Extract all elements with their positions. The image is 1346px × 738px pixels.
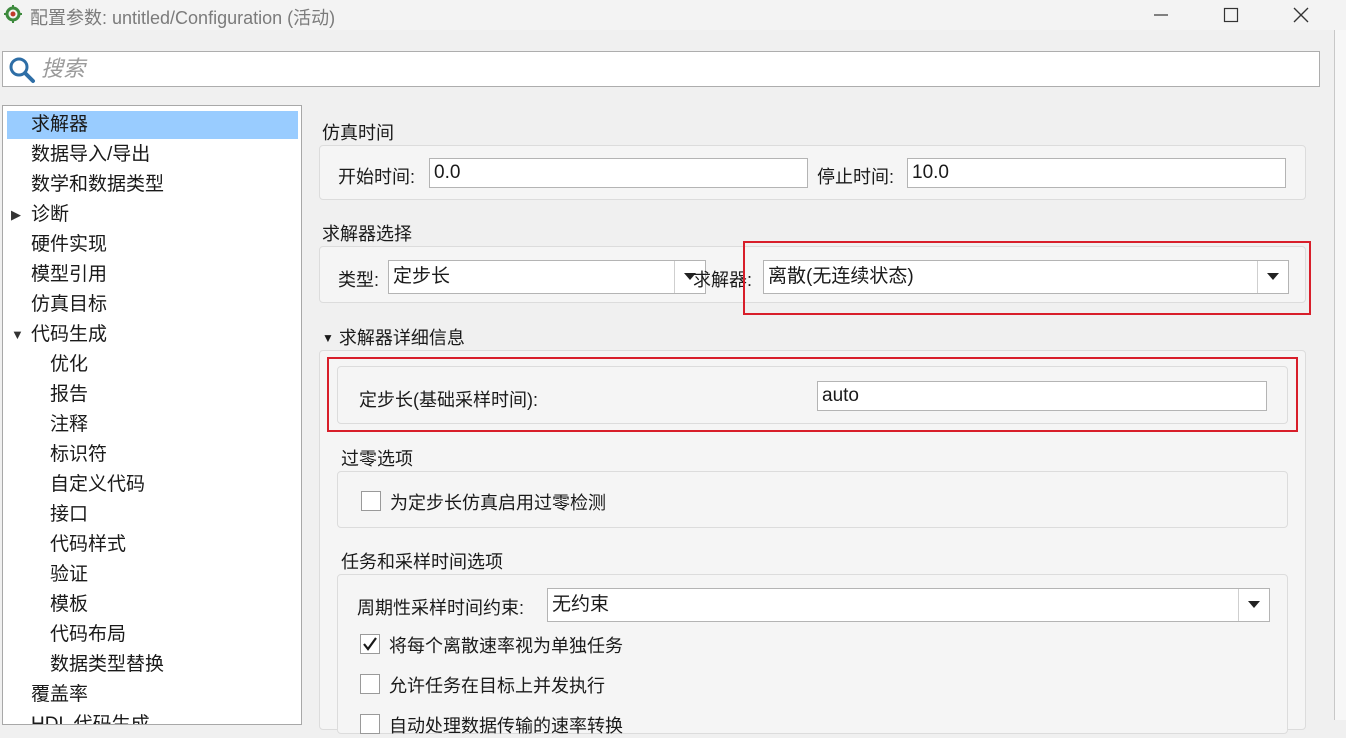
tree-item-label: 仿真目标 — [31, 294, 108, 315]
solver-details-label: 求解器详细信息 — [338, 328, 465, 348]
periodic-constraint-value: 无约束 — [552, 594, 610, 615]
window-title: 配置参数: untitled/Configuration (活动) — [30, 8, 336, 28]
tree-item-label: 接口 — [50, 504, 89, 525]
periodic-constraint-dropdown[interactable]: 无约束 — [547, 588, 1270, 622]
highlight-box-fixed-step — [327, 357, 1298, 432]
tree-item-label: 求解器 — [31, 114, 89, 135]
each-rate-label: 将每个离散速率视为单独任务 — [389, 636, 623, 656]
tree-item-math-data-types[interactable]: 数学和数据类型 — [3, 170, 301, 200]
start-time-label: 开始时间: — [338, 167, 416, 187]
zero-crossing-section-label: 过零选项 — [341, 449, 413, 469]
tree-item-code-style[interactable]: 代码样式 — [3, 530, 301, 560]
tree-item-data-type-replacement[interactable]: 数据类型替换 — [3, 650, 301, 680]
tree-item-interface[interactable]: 接口 — [3, 500, 301, 530]
maximize-button[interactable] — [1208, 0, 1254, 30]
collapse-arrow-icon: ▼ — [322, 331, 334, 345]
tree-item-report[interactable]: 报告 — [3, 380, 301, 410]
tree-item-templates[interactable]: 模板 — [3, 590, 301, 620]
tree-item-label: 诊断 — [31, 204, 70, 225]
tree-item-label: 代码样式 — [50, 534, 127, 555]
search-icon — [8, 56, 36, 89]
tree-item-identifiers[interactable]: 标识符 — [3, 440, 301, 470]
zero-crossing-checkbox[interactable] — [361, 491, 381, 511]
zero-crossing-label: 为定步长仿真启用过零检测 — [390, 493, 606, 513]
tree-item-label: 数据导入/导出 — [31, 144, 151, 165]
tree-item-simulation-target[interactable]: 仿真目标 — [3, 290, 301, 320]
tree-item-label: 代码布局 — [50, 624, 127, 645]
stop-time-label: 停止时间: — [817, 167, 895, 187]
solver-type-label: 类型: — [338, 270, 380, 290]
solver-selection-section-label: 求解器选择 — [322, 224, 412, 244]
solver-type-value: 定步长 — [393, 266, 451, 287]
simulink-gear-icon — [4, 5, 22, 23]
tree-item-hdl-code-generation[interactable]: HDL 代码生成 — [3, 710, 301, 725]
search-input[interactable] — [41, 56, 1311, 82]
minimize-icon — [1154, 14, 1168, 16]
close-button[interactable] — [1278, 0, 1324, 30]
dropdown-arrow[interactable] — [1238, 589, 1269, 621]
tree-item-solver[interactable]: 求解器 — [3, 110, 301, 140]
sim-time-group: 开始时间: 0.0 停止时间: 10.0 — [319, 145, 1306, 200]
tree-item-label: 自定义代码 — [50, 474, 146, 495]
search-box[interactable] — [2, 51, 1320, 87]
tree-item-label: 模型引用 — [31, 264, 108, 285]
scroll-gutter[interactable] — [1335, 30, 1346, 720]
tree-item-label: HDL 代码生成 — [31, 714, 150, 725]
category-tree: 求解器 数据导入/导出 数学和数据类型 ▶ 诊断 硬件实现 模型引用 仿真目标 … — [2, 105, 302, 725]
solver-type-dropdown[interactable]: 定步长 — [388, 260, 706, 294]
tree-item-label: 注释 — [50, 414, 89, 435]
solver-details-header[interactable]: ▼ 求解器详细信息 — [322, 324, 465, 350]
start-time-field[interactable]: 0.0 — [429, 158, 808, 188]
tree-item-label: 验证 — [50, 564, 89, 585]
auto-rate-transition-label: 自动处理数据传输的速率转换 — [389, 716, 623, 736]
expand-down-icon[interactable]: ▼ — [11, 320, 24, 350]
sim-time-section-label: 仿真时间 — [322, 123, 394, 143]
tree-item-label: 硬件实现 — [31, 234, 108, 255]
tree-item-label: 报告 — [50, 384, 89, 405]
maximize-icon — [1223, 7, 1239, 23]
chevron-down-icon — [1248, 601, 1260, 608]
close-icon — [1293, 7, 1309, 23]
tasking-section-label: 任务和采样时间选项 — [341, 552, 503, 572]
tree-item-label: 覆盖率 — [31, 684, 89, 705]
tree-item-data-import-export[interactable]: 数据导入/导出 — [3, 140, 301, 170]
tree-item-label: 模板 — [50, 594, 89, 615]
checkmark-icon — [363, 637, 377, 651]
tree-item-code-placement[interactable]: 代码布局 — [3, 620, 301, 650]
tree-item-label: 代码生成 — [31, 324, 108, 345]
auto-rate-transition-checkbox[interactable] — [360, 714, 380, 734]
tree-item-comments[interactable]: 注释 — [3, 410, 301, 440]
title-bar: 配置参数: untitled/Configuration (活动) — [0, 0, 1346, 30]
tree-item-custom-code[interactable]: 自定义代码 — [3, 470, 301, 500]
tree-item-diagnostics[interactable]: ▶ 诊断 — [3, 200, 301, 230]
highlight-box-solver — [743, 241, 1311, 315]
tree-item-model-referencing[interactable]: 模型引用 — [3, 260, 301, 290]
concurrent-tasks-checkbox[interactable] — [360, 674, 380, 694]
concurrent-tasks-label: 允许任务在目标上并发执行 — [389, 676, 605, 696]
tree-item-optimization[interactable]: 优化 — [3, 350, 301, 380]
tree-item-label: 数学和数据类型 — [31, 174, 165, 195]
tree-item-label: 标识符 — [50, 444, 108, 465]
tree-item-coverage[interactable]: 覆盖率 — [3, 680, 301, 710]
tree-item-label: 数据类型替换 — [50, 654, 165, 675]
tasking-group: 周期性采样时间约束: 无约束 将每个离散速率视为单独任务 允许任务在目标上并发执… — [337, 574, 1288, 736]
tree-item-verification[interactable]: 验证 — [3, 560, 301, 590]
minimize-button[interactable] — [1138, 0, 1184, 30]
zero-crossing-group: 为定步长仿真启用过零检测 — [337, 471, 1288, 528]
periodic-constraint-label: 周期性采样时间约束: — [357, 598, 525, 618]
stop-time-field[interactable]: 10.0 — [907, 158, 1286, 188]
tree-item-code-generation[interactable]: ▼ 代码生成 — [3, 320, 301, 350]
tree-item-label: 优化 — [50, 354, 89, 375]
expand-right-icon[interactable]: ▶ — [11, 200, 21, 230]
tree-item-hardware[interactable]: 硬件实现 — [3, 230, 301, 260]
each-rate-checkbox[interactable] — [360, 634, 380, 654]
